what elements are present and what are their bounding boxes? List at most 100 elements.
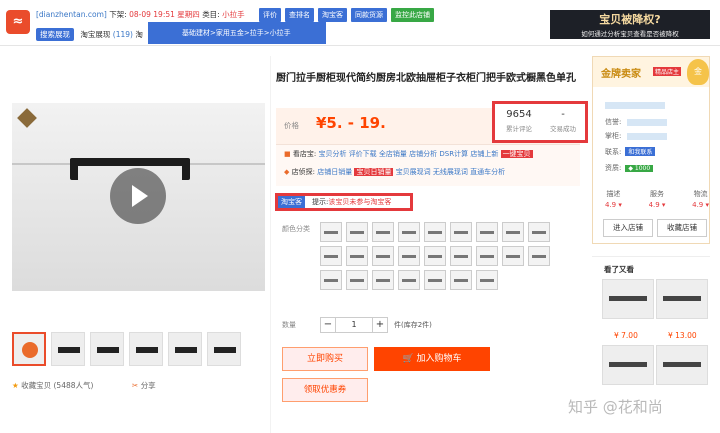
play-video-icon[interactable] [110, 168, 166, 224]
color-options [320, 222, 580, 290]
quantity-minus-button[interactable]: − [320, 317, 336, 333]
contact-me-button[interactable]: 和我联系 [625, 147, 656, 156]
recommended-product[interactable] [602, 279, 654, 319]
tool-link[interactable]: 全店销量 [379, 150, 407, 158]
one-click-badge[interactable]: 一键宝贝 [500, 150, 533, 158]
review-button[interactable]: 评价 [259, 8, 281, 22]
thumbnail-video[interactable] [12, 332, 46, 366]
color-swatch[interactable] [346, 246, 368, 266]
favorite-item[interactable]: ★ 收藏宝贝 (5488人气) [12, 380, 93, 391]
also-viewed-title: 看了又看 [604, 265, 634, 274]
color-swatch[interactable] [398, 270, 420, 290]
analysis-tools: ■ 看店宝: 宝贝分析 评价下载 全店销量 店铺分析 DSR计算 店铺上新 一键… [276, 144, 580, 186]
color-swatch[interactable] [424, 246, 446, 266]
thumbnail[interactable] [129, 332, 163, 366]
thumbnail[interactable] [90, 332, 124, 366]
color-swatch[interactable] [398, 246, 420, 266]
tool-link[interactable]: 宝贝分析 [318, 150, 346, 158]
promo-banner[interactable]: 宝贝被降权? 如何通过分析宝贝查看是否被降权 [550, 10, 710, 39]
color-swatch[interactable] [450, 222, 472, 242]
tool-link[interactable]: 评价下载 [349, 150, 377, 158]
tool-link[interactable]: 店铺分析 [409, 150, 437, 158]
taoke-button[interactable]: 淘宝客 [318, 8, 347, 22]
color-swatch[interactable] [398, 222, 420, 242]
search-display-tag[interactable]: 搜索展现 [36, 28, 74, 41]
recommended-price: ¥ 13.00 [668, 331, 697, 340]
blurred-name [605, 101, 665, 109]
taobao-display-label[interactable]: 淘宝展现 [80, 30, 110, 39]
tool-link[interactable]: 无线展现词 [433, 168, 468, 176]
thumbnail-strip [12, 332, 241, 366]
shop-scores: 描述 4.9 ▾ 服务 4.9 ▾ 物流 4.9 ▾ [605, 189, 709, 209]
color-swatch[interactable] [476, 246, 498, 266]
daily-sales-badge[interactable]: 宝贝日销量 [354, 168, 394, 176]
score-value: 4.9 ▾ [648, 201, 666, 209]
color-swatch[interactable] [502, 222, 524, 242]
tool-link[interactable]: 直通车分析 [470, 168, 505, 176]
color-swatch[interactable] [346, 270, 368, 290]
column-divider [270, 56, 271, 433]
search-display-row: 搜索展现 淘宝展现 (119) 淘 [36, 28, 143, 41]
monitor-shop-button[interactable]: 监控此店铺 [391, 8, 434, 22]
qualification-badge[interactable]: ◆ 1000 [625, 165, 654, 172]
tool-link[interactable]: 店铺上新 [470, 150, 498, 158]
color-swatch[interactable] [528, 222, 550, 242]
seller-header: 金牌卖家 精品店主 金 [593, 57, 709, 87]
favorite-shop-button[interactable]: 收藏店铺 [657, 219, 707, 237]
color-swatch[interactable] [346, 222, 368, 242]
color-swatch[interactable] [450, 246, 472, 266]
thumbnail[interactable] [168, 332, 202, 366]
site-link[interactable]: [dianzhentan.com] [36, 10, 107, 19]
stock-info: 件(库存2件) [394, 321, 432, 329]
promo-subtitle: 如何通过分析宝贝查看是否被降权 [581, 30, 679, 38]
taobao-display-count: (119) [112, 30, 133, 39]
color-swatch[interactable] [476, 270, 498, 290]
color-swatch[interactable] [528, 246, 550, 266]
handle-icon [97, 347, 119, 353]
thumbnail[interactable] [51, 332, 85, 366]
favorite-label: 收藏宝贝 (5488人气) [21, 381, 94, 390]
buy-now-button[interactable]: 立即购买 [282, 347, 368, 371]
color-swatch[interactable] [320, 222, 342, 242]
recommended-product[interactable] [602, 345, 654, 385]
thumbnail[interactable] [207, 332, 241, 366]
taoke-notice: 淘宝客 提示:该宝贝未参与淘宝客 [275, 193, 413, 211]
share-item[interactable]: ✂ 分享 [132, 380, 156, 391]
enter-shop-button[interactable]: 进入店铺 [603, 219, 653, 237]
credit-label: 信誉: [605, 118, 622, 126]
kandianbao-icon: ■ [284, 150, 291, 158]
color-swatch[interactable] [476, 222, 498, 242]
get-coupon-button[interactable]: 领取优惠券 [282, 378, 368, 402]
color-swatch[interactable] [320, 246, 342, 266]
price-value: ¥5. - 19. [316, 114, 386, 132]
color-swatch[interactable] [424, 270, 446, 290]
reviews-stat[interactable]: 9654 累计评论 [497, 109, 541, 133]
color-swatch[interactable] [372, 270, 394, 290]
recommended-product[interactable] [656, 279, 708, 319]
tool-link[interactable]: 店铺日销量 [317, 168, 352, 176]
color-swatch[interactable] [424, 222, 446, 242]
add-to-cart-label: 加入购物车 [416, 354, 462, 364]
recommended-product[interactable] [656, 345, 708, 385]
reviews-count: 9654 [506, 109, 532, 120]
color-swatch[interactable] [372, 222, 394, 242]
color-swatch[interactable] [320, 270, 342, 290]
same-source-button[interactable]: 同款货源 [351, 8, 387, 22]
color-swatch[interactable] [502, 246, 524, 266]
video-icon [22, 342, 38, 358]
color-swatch[interactable] [450, 270, 472, 290]
diantantan-row: ◆ 店侦探: 店铺日销量 宝贝日销量 宝贝展现词 无线展现词 直通车分析 [284, 167, 505, 177]
ranking-button[interactable]: 查排名 [285, 8, 314, 22]
handle-icon [136, 347, 158, 353]
quantity-plus-button[interactable]: + [372, 317, 388, 333]
reviews-label: 累计评论 [506, 125, 532, 133]
tool-link[interactable]: 宝贝展现词 [396, 168, 431, 176]
listed-label: 下架: [109, 10, 127, 19]
tool-link[interactable]: DSR计算 [439, 150, 468, 158]
add-to-cart-button[interactable]: 🛒 加入购物车 [374, 347, 490, 371]
taoke-message: 提示:该宝贝未参与淘宝客 [312, 197, 391, 207]
color-swatch[interactable] [372, 246, 394, 266]
main-product-image[interactable] [12, 103, 265, 291]
quantity-input[interactable]: 1 [336, 317, 372, 333]
category-value[interactable]: 小拉手 [222, 10, 245, 19]
